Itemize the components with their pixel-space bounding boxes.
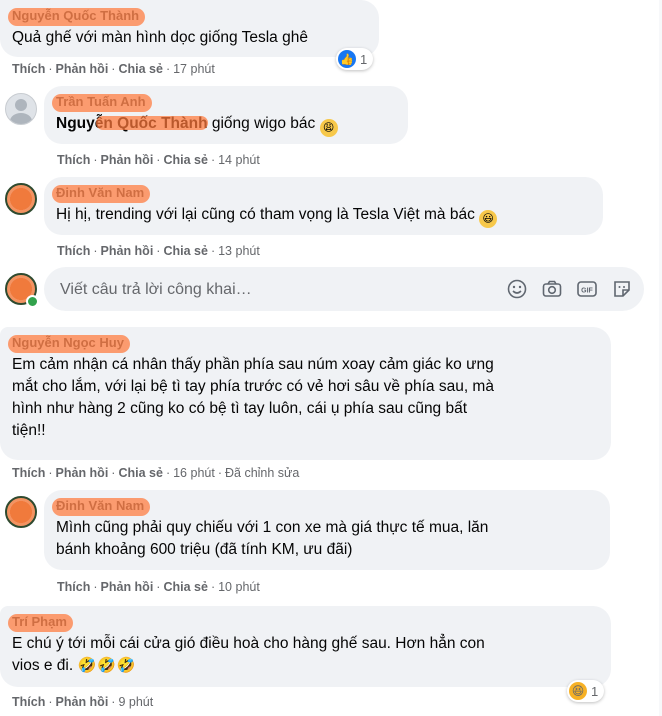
comment-time[interactable]: 9 phút [118, 695, 153, 709]
reply-box[interactable]: GIF [44, 267, 644, 311]
svg-text:GIF: GIF [581, 288, 593, 295]
online-status-dot [26, 295, 39, 308]
comment-actions: Thích · Phản hồi · 9 phút [12, 695, 154, 709]
comment-text: Mình cũng phải quy chiếu với 1 con xe mà… [56, 519, 489, 558]
like-button[interactable]: Thích [12, 62, 45, 76]
comment-time[interactable]: 13 phút [218, 244, 260, 258]
like-button[interactable]: Thích [12, 466, 45, 480]
comment-actions: Thích · Phản hồi · Chia sẻ · 10 phút [57, 580, 260, 594]
gif-icon[interactable]: GIF [576, 278, 598, 300]
sticker-icon[interactable] [611, 278, 633, 300]
comment-bubble: Trí Phạm E chú ý tới mỗi cái cửa gió điề… [0, 606, 611, 687]
like-button[interactable]: Thích [57, 244, 90, 258]
reply-button[interactable]: Phản hồi [101, 153, 154, 167]
comment-time[interactable]: 14 phút [218, 153, 260, 167]
reply-button[interactable]: Phản hồi [101, 244, 154, 258]
comment-text: Nguyễn Quốc Thành giống wigo bác 😩 [56, 113, 396, 137]
comment-bubble: Đinh Văn Nam Hị hị, trending với lại cũn… [44, 177, 603, 235]
comment-bubble: Nguyễn Quốc Thành Quả ghế với màn hình d… [0, 0, 379, 57]
rofl-emoji-icon: 🤣🤣🤣 [77, 657, 137, 674]
smile-emoji-icon: 😃 [479, 210, 498, 228]
comment-text: Quả ghế với màn hình dọc giống Tesla ghê [12, 29, 308, 46]
share-button[interactable]: Chia sẻ [163, 153, 207, 167]
avatar[interactable] [5, 496, 37, 528]
mention-link[interactable]: Nguyễn Quốc Thành [56, 115, 208, 132]
share-button[interactable]: Chia sẻ [118, 62, 162, 76]
comment-text: Em cảm nhận cá nhân thấy phần phía sau n… [12, 356, 494, 439]
comment-bubble: Trần Tuấn Anh Nguyễn Quốc Thành giống wi… [44, 86, 408, 144]
share-button[interactable]: Chia sẻ [163, 244, 207, 258]
comment-author[interactable]: Trí Phạm [8, 613, 73, 632]
like-button[interactable]: Thích [12, 695, 45, 709]
reply-button[interactable]: Phản hồi [56, 62, 109, 76]
comment-text: E chú ý tới mỗi cái cửa gió điều hoà cho… [12, 635, 485, 674]
comment-text: Hị hị, trending với lại cũng có tham vọn… [56, 204, 591, 228]
avatar[interactable] [5, 93, 37, 125]
comment-actions: Thích · Phản hồi · Chia sẻ · 16 phút · Đã chỉnh … [12, 466, 300, 480]
comment-actions: Thích · Phản hồi · Chia sẻ · 13 phút [57, 244, 260, 258]
haha-icon: 😆 [569, 682, 587, 700]
like-button[interactable]: Thích [57, 580, 90, 594]
reaction-count-value: 1 [360, 51, 368, 67]
comment-author[interactable]: Đinh Văn Nam [51, 497, 151, 516]
reply-input[interactable] [58, 277, 482, 303]
reaction-count-value: 1 [591, 683, 599, 699]
comment-actions: Thích · Phản hồi · Chia sẻ · 17 phút [12, 62, 215, 76]
comment-author[interactable]: Trần Tuấn Anh [52, 93, 152, 112]
share-button[interactable]: Chia sẻ [163, 580, 207, 594]
reaction-count[interactable]: 😆 1 [567, 680, 605, 702]
comment-author[interactable]: Nguyễn Quốc Thành [7, 7, 146, 26]
comment-bubble: Đinh Văn Nam Mình cũng phải quy chiếu vớ… [44, 490, 610, 570]
camera-icon[interactable] [541, 278, 563, 300]
comment-time[interactable]: 16 phút [173, 466, 215, 480]
comment-bubble: Nguyễn Ngọc Huy Em cảm nhận cá nhân thấy… [0, 327, 611, 460]
like-icon: 👍 [338, 50, 356, 68]
reaction-count[interactable]: 👍 1 [336, 48, 374, 70]
avatar[interactable] [5, 183, 37, 215]
comment-actions: Thích · Phản hồi · Chia sẻ · 14 phút [57, 153, 260, 167]
comment-author[interactable]: Nguyễn Ngọc Huy [8, 334, 130, 353]
share-button[interactable]: Chia sẻ [118, 466, 162, 480]
reply-button[interactable]: Phản hồi [101, 580, 154, 594]
reply-button[interactable]: Phản hồi [56, 466, 109, 480]
edited-label[interactable]: Đã chỉnh sửa [225, 466, 299, 480]
comment-author[interactable]: Đinh Văn Nam [51, 184, 151, 203]
comment-time[interactable]: 10 phút [218, 580, 260, 594]
comment-time[interactable]: 17 phút [173, 62, 215, 76]
like-button[interactable]: Thích [57, 153, 90, 167]
reply-button[interactable]: Phản hồi [56, 695, 109, 709]
weary-emoji-icon: 😩 [319, 119, 338, 137]
emoji-icon[interactable] [506, 278, 528, 300]
